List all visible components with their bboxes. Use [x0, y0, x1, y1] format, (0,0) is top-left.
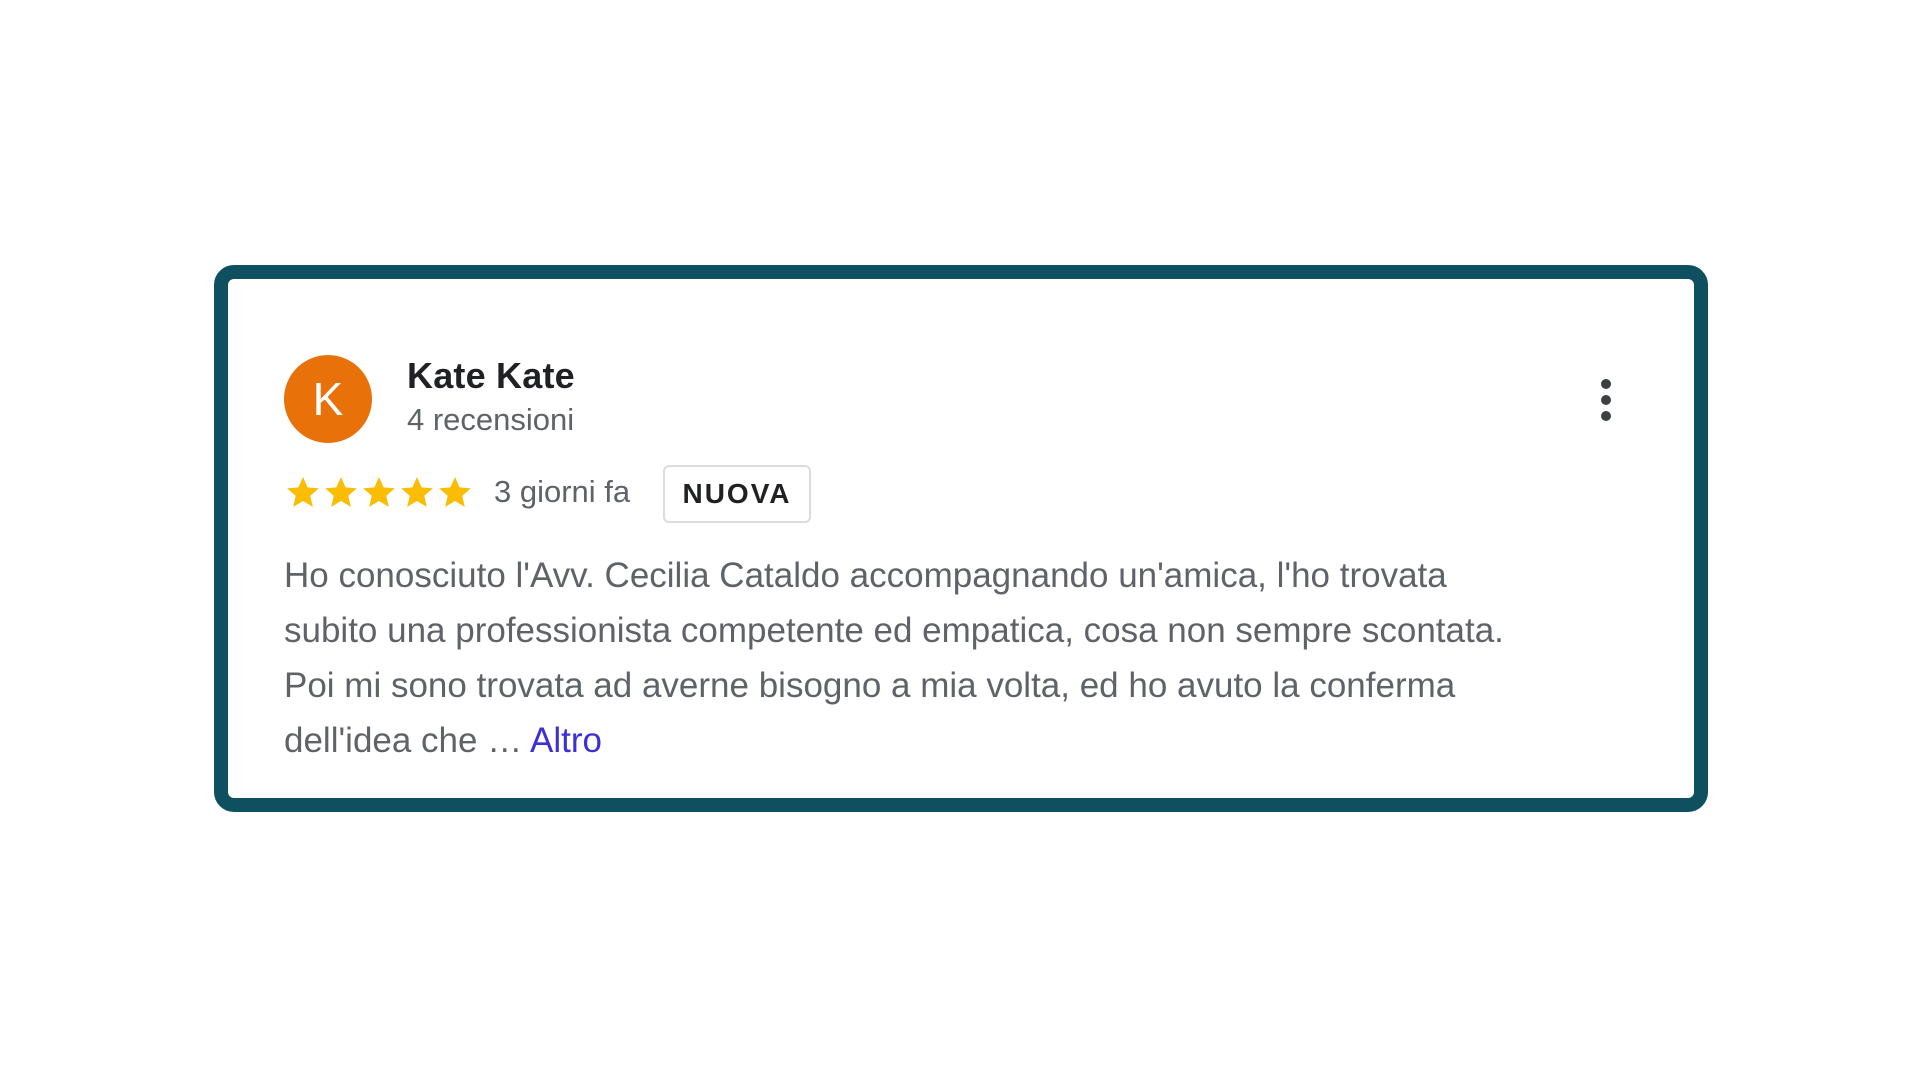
- new-badge: NUOVA: [663, 465, 811, 523]
- review-text-line: subito una professionista competente ed …: [284, 611, 1504, 650]
- more-vert-icon: [1601, 379, 1611, 389]
- star-icon: [325, 476, 357, 507]
- more-vert-icon-dot: [1601, 411, 1611, 421]
- review-text-line: Poi mi sono trovata ad averne bisogno a …: [284, 666, 1456, 705]
- review-text-line: Ho conosciuto l'Avv. Cecilia Cataldo acc…: [284, 556, 1447, 595]
- more-options-button[interactable]: [1578, 372, 1634, 428]
- star-icon: [363, 476, 395, 507]
- more-link[interactable]: Altro: [530, 721, 602, 760]
- avatar[interactable]: K: [284, 355, 372, 443]
- review-text-line-last: dell'idea che … Altro: [284, 713, 1654, 768]
- review-text: Ho conosciuto l'Avv. Cecilia Cataldo acc…: [284, 548, 1654, 768]
- review-timestamp: 3 giorni fa: [494, 474, 631, 509]
- review-count[interactable]: 4 recensioni: [407, 402, 574, 438]
- star-rating: [284, 472, 474, 512]
- star-icon: [439, 476, 471, 507]
- star-icon: [287, 476, 319, 507]
- star-icon: [401, 476, 433, 507]
- avatar-letter: K: [312, 373, 344, 425]
- review-text-truncated: dell'idea che …: [284, 721, 523, 760]
- more-vert-icon-dot: [1601, 395, 1611, 405]
- author-name[interactable]: Kate Kate: [407, 355, 575, 397]
